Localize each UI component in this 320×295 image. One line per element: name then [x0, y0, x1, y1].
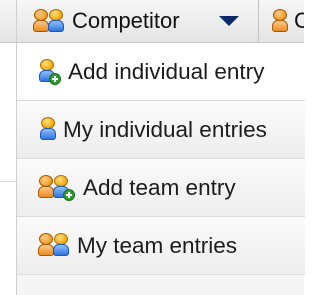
menu-item-label: My individual entries — [63, 116, 267, 142]
menu-item-my-individual-entries[interactable]: My individual entries — [17, 101, 305, 159]
menu-item-label: My team entries — [77, 232, 238, 258]
menu-item-label: Add team entry — [83, 174, 236, 200]
competitor-menu-label: Competitor — [72, 8, 180, 33]
next-menu-label: C — [294, 8, 304, 33]
person-icon — [272, 9, 288, 33]
person-icon — [40, 116, 56, 143]
divider — [0, 181, 16, 182]
competitor-menu-button[interactable]: Competitor — [16, 0, 259, 42]
menu-item-my-team-entries[interactable]: My team entries — [17, 217, 305, 275]
competitor-dropdown-menu: Add individual entry My individual entri… — [16, 43, 305, 295]
next-menu-button[interactable]: C — [259, 0, 304, 42]
team-icon — [33, 9, 65, 33]
add-person-icon — [39, 58, 61, 85]
menu-item-label: Add individual entry — [68, 58, 265, 84]
caret-down-icon — [219, 16, 239, 26]
team-icon — [38, 232, 70, 259]
menu-item-add-individual-entry[interactable]: Add individual entry — [17, 43, 305, 101]
add-team-icon — [38, 174, 76, 201]
menubar: Competitor C — [0, 0, 304, 43]
menu-item-add-team-entry[interactable]: Add team entry — [17, 159, 305, 217]
